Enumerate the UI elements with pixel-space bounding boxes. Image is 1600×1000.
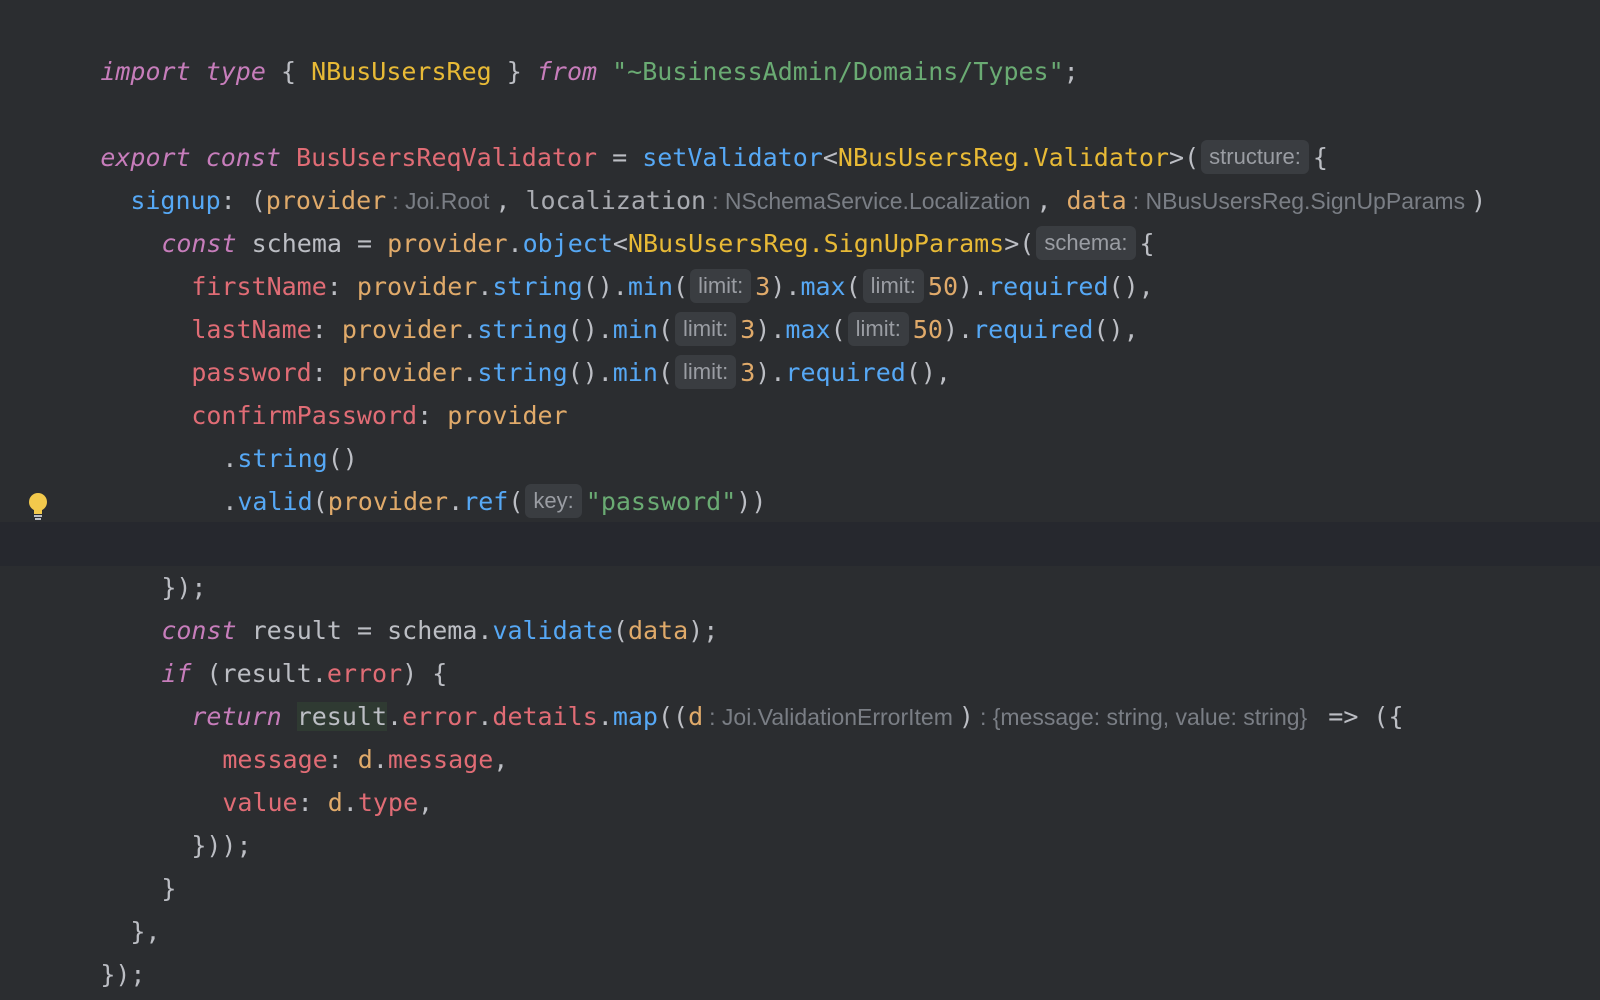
code-line-9[interactable]: confirmPassword: provider xyxy=(0,350,1600,430)
lightbulb-icon[interactable] xyxy=(27,492,49,522)
code-line-10[interactable]: .string() xyxy=(0,393,1600,473)
code-line-4[interactable]: signup: (provider: Joi.Root, localizatio… xyxy=(0,135,1600,215)
semicolon: ; xyxy=(1063,57,1079,86)
code-line-19[interactable]: })); xyxy=(0,780,1600,860)
code-line-20[interactable]: } xyxy=(0,823,1600,903)
code-editor[interactable]: import type { NBusUsersReg } from "~Busi… xyxy=(0,0,1600,1000)
code-line-13[interactable]: }); xyxy=(0,522,1600,602)
type-name: NBusUsersReg xyxy=(311,57,492,86)
code-line-22[interactable]: }); xyxy=(0,909,1600,989)
code-line-3[interactable]: export const BusUsersReqValidator = setV… xyxy=(0,92,1600,174)
code-line-6[interactable]: firstName: provider.string().min(limit: 3… xyxy=(0,221,1600,303)
code-line-1[interactable]: import type { NBusUsersReg } from "~Busi… xyxy=(0,6,1600,86)
code-line-17[interactable]: message: d.message, xyxy=(0,694,1600,774)
code-line-14[interactable]: const result = schema.validate(data); xyxy=(0,565,1600,645)
keyword-import: import xyxy=(100,57,191,86)
import-path: "~BusinessAdmin/Domains/Types" xyxy=(612,57,1064,86)
code-line-12[interactable]: .required(), xyxy=(0,479,1600,559)
code-line-15[interactable]: if (result.error) { xyxy=(0,608,1600,688)
code-line-8[interactable]: password: provider.string().min(limit: 3)… xyxy=(0,307,1600,389)
code-line-5[interactable]: const schema = provider.object<NBusUsers… xyxy=(0,178,1600,260)
code-line-7[interactable]: lastName: provider.string().min(limit: 3)… xyxy=(0,264,1600,346)
code-line-16[interactable]: return result.error.details.map((d: Joi.… xyxy=(0,651,1600,731)
code-line-18[interactable]: value: d.type, xyxy=(0,737,1600,817)
code-line-11[interactable]: .valid(provider.ref(key: "password")) xyxy=(0,436,1600,518)
code-line-21[interactable]: }, xyxy=(0,866,1600,946)
closing-brace: }); xyxy=(100,960,146,989)
keyword-type: type xyxy=(205,57,266,86)
keyword-from: from xyxy=(536,57,598,86)
brace-close: } xyxy=(491,57,537,86)
brace-open: { xyxy=(265,57,312,86)
